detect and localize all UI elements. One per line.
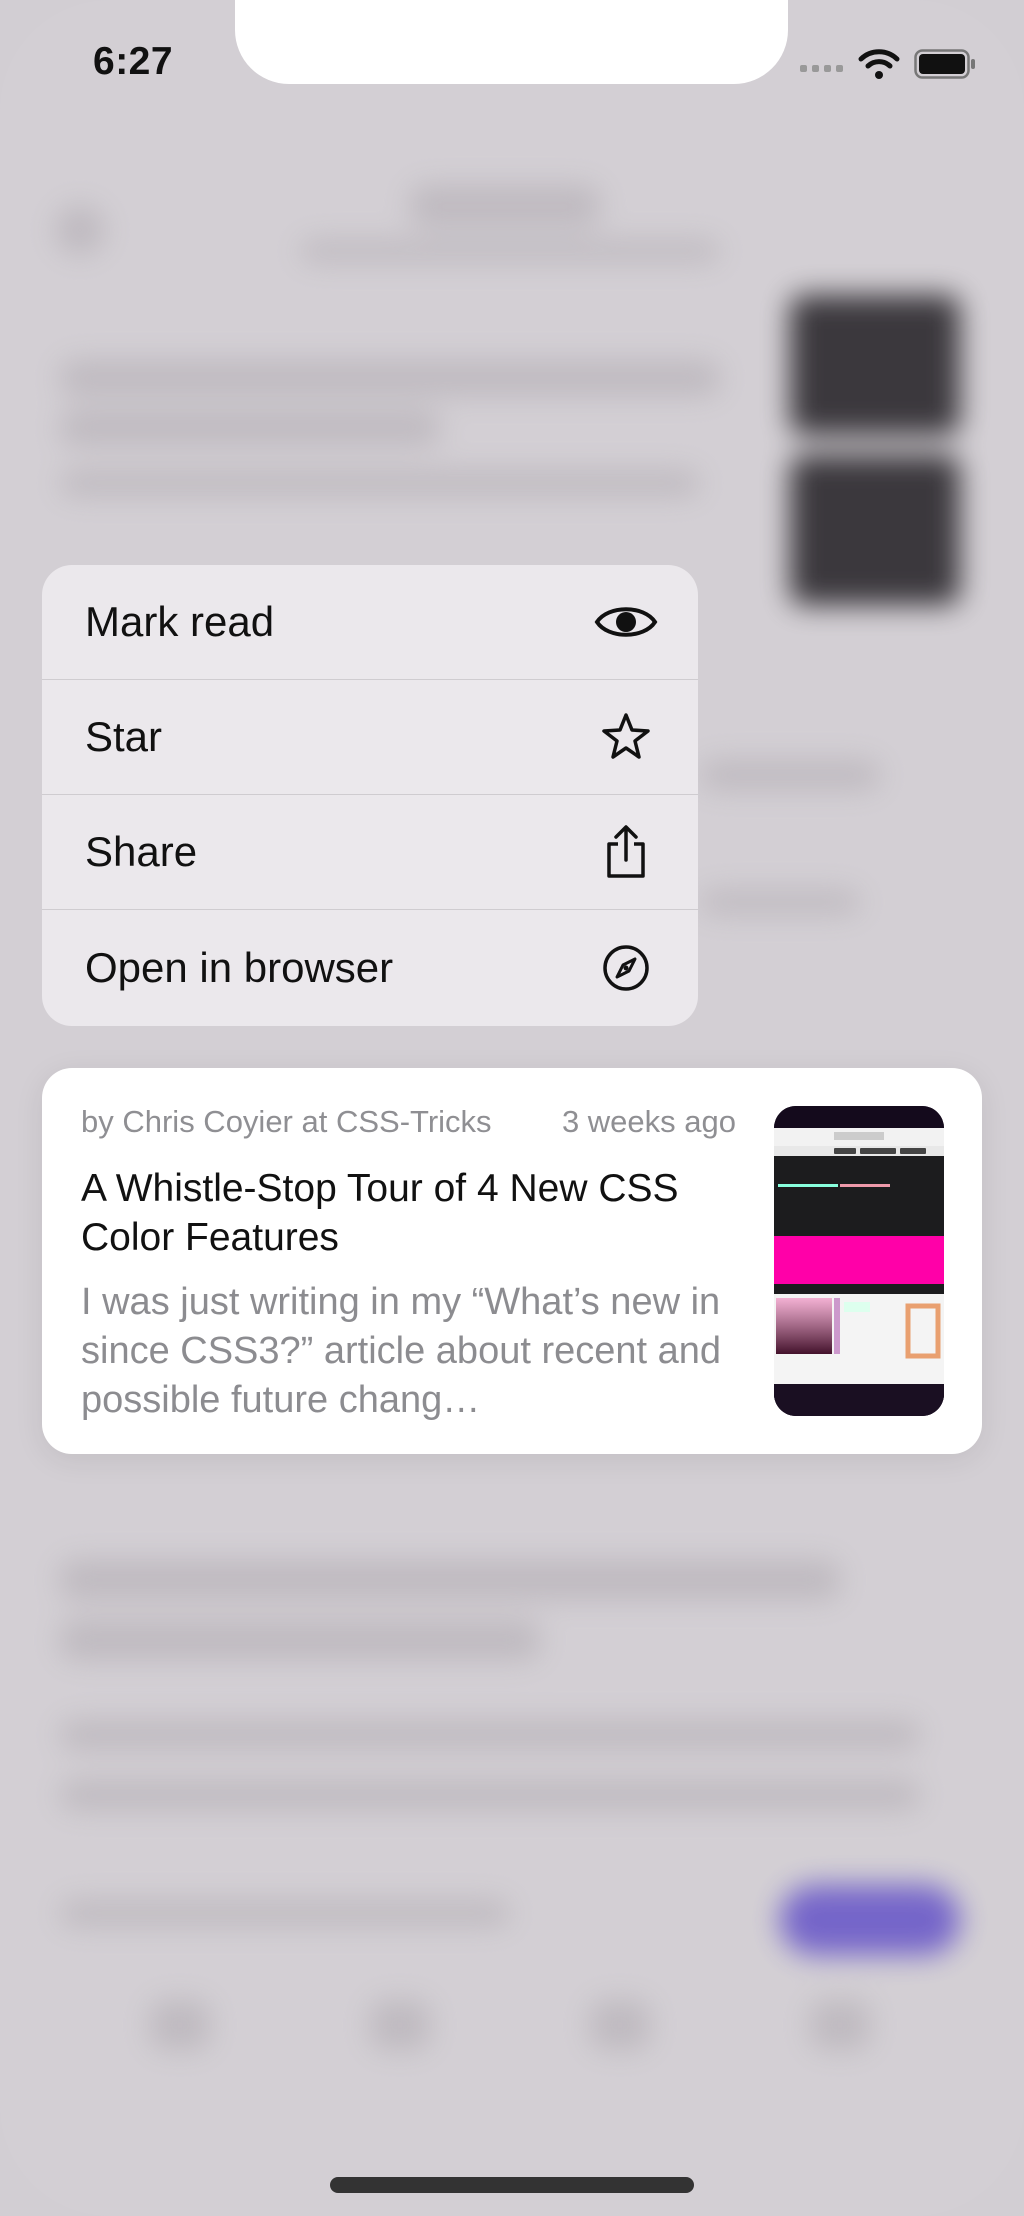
article-thumbnail [774,1106,944,1416]
article-meta: by Chris Coyier at CSS-Tricks 3 weeks ag… [81,1104,736,1140]
menu-item-star[interactable]: Star [42,680,698,795]
eye-icon [594,590,658,654]
article-byline: by Chris Coyier at CSS-Tricks [81,1104,492,1139]
compass-icon [594,936,658,1000]
status-time: 6:27 [93,40,174,83]
star-icon [594,705,658,769]
wifi-icon [858,49,900,79]
cellular-signal-icon [800,65,843,72]
menu-item-label: Open in browser [85,943,394,991]
share-icon [594,820,658,884]
article-preview-card[interactable]: by Chris Coyier at CSS-Tricks 3 weeks ag… [42,1068,982,1454]
battery-icon [914,49,975,79]
notch [235,0,788,84]
article-age: 3 weeks ago [561,1104,736,1139]
article-title: A Whistle-Stop Tour of 4 New CSS Color F… [81,1167,679,1259]
home-indicator[interactable] [330,2177,694,2193]
menu-item-mark-read[interactable]: Mark read [42,565,698,680]
menu-item-label: Star [85,713,163,760]
menu-item-share[interactable]: Share [42,795,698,910]
menu-item-label: Share [85,828,198,875]
context-menu: Mark read Star Share Open in browser [42,565,698,1026]
status-icons [800,48,976,80]
article-summary: I was just writing in my “What’s new in … [81,1281,722,1421]
menu-item-label: Mark read [85,598,275,645]
phone-screen: 6:27 Mark read Star Share Open in browse… [0,0,1024,2216]
menu-item-open-in-browser[interactable]: Open in browser [42,910,698,1025]
